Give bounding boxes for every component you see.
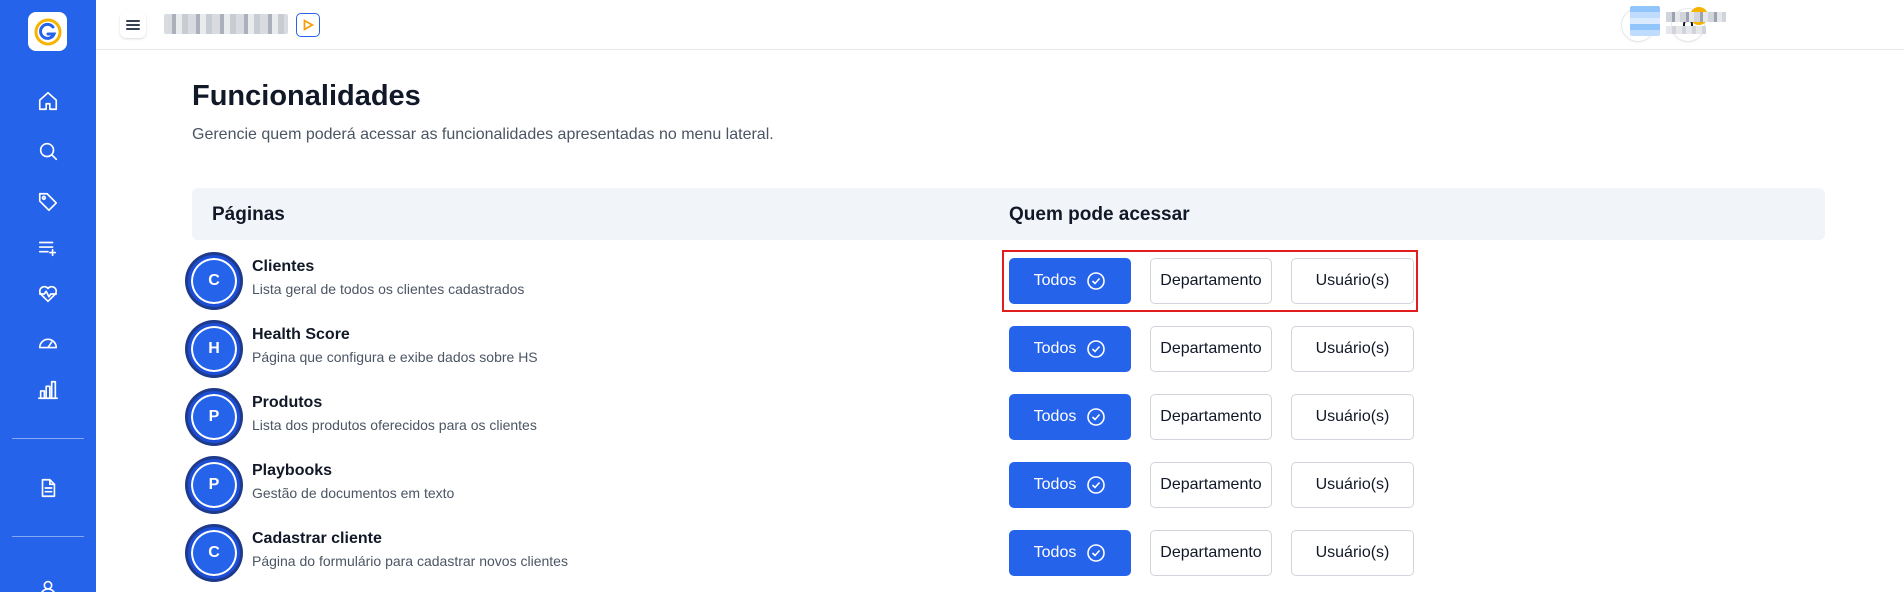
access-all-button[interactable]: Todos (1009, 326, 1131, 372)
user-role-blurred (1666, 26, 1706, 34)
access-users-button[interactable]: Usuário(s) (1291, 394, 1414, 440)
page-initial-badge: H (188, 323, 240, 375)
table-row: H Health Score Página que configura e ex… (188, 319, 1828, 379)
user-name-blurred (1666, 12, 1726, 22)
playlist-add-icon[interactable] (34, 234, 62, 262)
page-initial-badge: P (188, 459, 240, 511)
access-department-button[interactable]: Departamento (1150, 462, 1272, 508)
access-users-button[interactable]: Usuário(s) (1291, 326, 1414, 372)
access-all-label: Todos (1033, 408, 1077, 425)
page-name: Clientes (252, 258, 315, 275)
logo-icon (34, 18, 61, 45)
page-name: Health Score (252, 326, 350, 343)
page-description: Gestão de documentos em texto (252, 485, 455, 501)
access-all-label: Todos (1033, 340, 1077, 357)
page-initial-badge: C (188, 255, 240, 307)
bar-chart-icon[interactable] (34, 376, 62, 404)
page-name: Produtos (252, 394, 323, 411)
access-users-button[interactable]: Usuário(s) (1291, 462, 1414, 508)
access-all-label: Todos (1033, 544, 1077, 561)
home-icon[interactable] (34, 87, 62, 115)
table-row: P Playbooks Gestão de documentos em text… (188, 455, 1828, 515)
check-circle-icon (1087, 340, 1106, 358)
column-header-pages: Páginas (212, 204, 285, 225)
page-title: Funcionalidades (192, 80, 421, 112)
column-header-access: Quem pode acessar (1009, 204, 1190, 225)
access-all-label: Todos (1033, 476, 1077, 493)
page-subtitle: Gerencie quem poderá acessar as funciona… (192, 126, 774, 143)
gauge-icon[interactable] (34, 329, 62, 357)
menu-toggle-button[interactable] (120, 12, 146, 38)
user-settings-icon[interactable] (34, 574, 62, 592)
sidebar-divider (12, 536, 84, 537)
sidebar-divider (12, 438, 84, 439)
access-department-button[interactable]: Departamento (1150, 530, 1272, 576)
page-description: Lista geral de todos os clientes cadastr… (252, 281, 525, 297)
table-header: Páginas Quem pode acessar (192, 188, 1825, 240)
page-name: Playbooks (252, 462, 333, 479)
table-row: P Produtos Lista dos produtos oferecidos… (188, 387, 1828, 447)
check-circle-icon (1087, 408, 1106, 426)
tag-icon[interactable] (34, 188, 62, 216)
hamburger-icon (126, 20, 140, 30)
page-initial-badge: C (188, 527, 240, 579)
selection-highlight (1002, 250, 1418, 312)
access-department-button[interactable]: Departamento (1150, 326, 1272, 372)
avatar[interactable] (1630, 6, 1660, 36)
check-circle-icon (1087, 544, 1106, 562)
sidebar (0, 0, 96, 592)
page-name: Cadastrar cliente (252, 530, 382, 547)
document-icon[interactable] (34, 474, 62, 502)
check-circle-icon (1087, 476, 1106, 494)
access-department-button[interactable]: Departamento (1150, 394, 1272, 440)
app-logo[interactable] (28, 12, 67, 51)
page-description: Página do formulário para cadastrar novo… (252, 553, 568, 569)
search-icon[interactable] (34, 137, 62, 165)
play-icon (303, 19, 315, 31)
page-initial-badge: P (188, 391, 240, 443)
tutorial-video-button[interactable] (296, 13, 320, 37)
page-description: Página que configura e exibe dados sobre… (252, 349, 538, 365)
access-all-button[interactable]: Todos (1009, 394, 1131, 440)
company-name-blurred (164, 14, 288, 34)
page-description: Lista dos produtos oferecidos para os cl… (252, 417, 537, 433)
access-users-button[interactable]: Usuário(s) (1291, 530, 1414, 576)
access-all-button[interactable]: Todos (1009, 530, 1131, 576)
heart-pulse-icon[interactable] (34, 280, 62, 308)
access-all-button[interactable]: Todos (1009, 462, 1131, 508)
table-row: C Cadastrar cliente Página do formulário… (188, 523, 1828, 583)
